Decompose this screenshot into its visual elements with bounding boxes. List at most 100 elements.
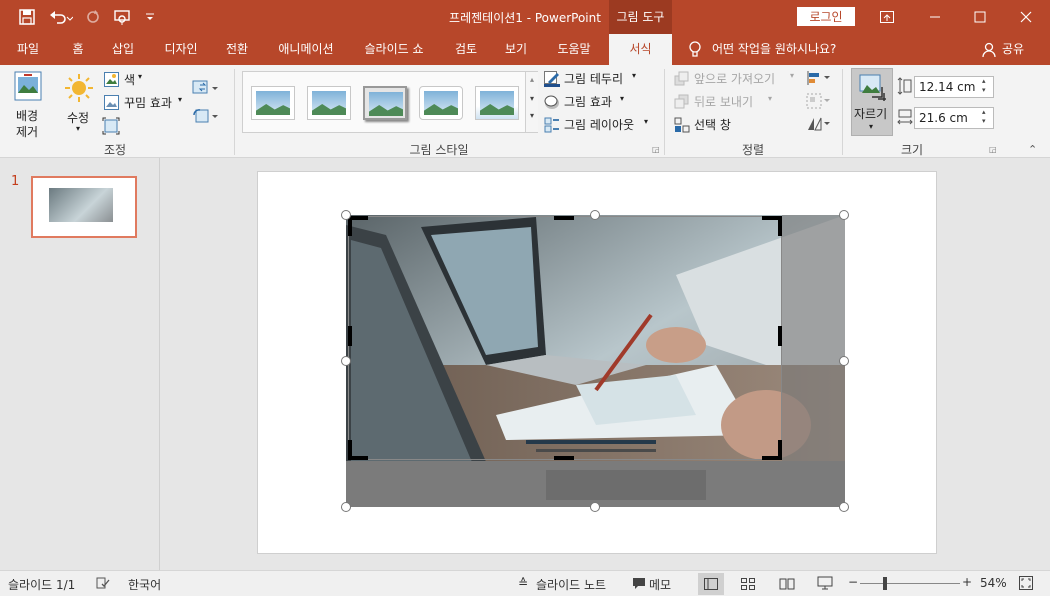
ribbon-display-options-icon[interactable]: [864, 0, 910, 34]
style-thumb-1[interactable]: [251, 86, 295, 120]
remove-background-label-2: 제거: [16, 125, 39, 139]
remove-background-button[interactable]: 배경 제거: [6, 69, 50, 141]
crop-icon: [859, 74, 886, 101]
person-icon: [982, 42, 996, 61]
selection-pane-button[interactable]: 선택 창: [674, 116, 744, 134]
crop-region[interactable]: [348, 216, 782, 460]
zoom-level[interactable]: 54%: [980, 576, 1007, 590]
align-button[interactable]: [806, 70, 832, 88]
normal-view-button[interactable]: [698, 573, 724, 595]
tab-slideshow[interactable]: 슬라이드 쇼: [356, 34, 432, 65]
tab-insert[interactable]: 삽입: [102, 34, 144, 65]
style-thumb-3[interactable]: [363, 86, 407, 120]
style-thumb-4[interactable]: [419, 86, 463, 120]
slide-sorter-icon[interactable]: [741, 578, 755, 590]
login-button[interactable]: 로그인: [797, 7, 855, 26]
crop-handle-tl[interactable]: [348, 216, 368, 236]
dropdown-arrow-icon: ▾: [768, 94, 773, 103]
picture-layout-button[interactable]: 그림 레이아웃 ▾: [544, 116, 654, 134]
remove-background-label-1: 배경: [16, 109, 39, 123]
collapse-ribbon-icon[interactable]: ⌃: [1028, 143, 1037, 156]
notes-toggle-icon[interactable]: ≙: [518, 576, 528, 590]
width-spinner-icon[interactable]: ▴ ▾: [982, 108, 986, 126]
change-picture-button[interactable]: [192, 79, 222, 97]
slideshow-view-icon[interactable]: [817, 576, 833, 590]
artistic-effects-button[interactable]: 꾸밈 효과 ▾: [102, 94, 188, 112]
dialog-launcher-icon[interactable]: ◲: [652, 145, 660, 154]
zoom-in-button[interactable]: +: [962, 575, 972, 589]
resize-handle-tl[interactable]: [341, 210, 351, 220]
share-button[interactable]: 공유: [998, 34, 1028, 65]
dropdown-arrow-icon: ▾: [869, 122, 874, 131]
crop-handle-left[interactable]: [348, 326, 352, 346]
crop-handle-tr[interactable]: [762, 216, 782, 236]
language-indicator[interactable]: 한국어: [128, 576, 161, 593]
dropdown-arrow-icon: ▾: [76, 124, 81, 133]
crop-handle-right[interactable]: [778, 326, 782, 346]
resize-handle-br[interactable]: [839, 502, 849, 512]
compress-pictures-button[interactable]: [102, 117, 122, 135]
tab-animations[interactable]: 애니메이션: [270, 34, 342, 65]
picture-styles-gallery[interactable]: ▴ ▾ ▾: [242, 71, 538, 133]
tell-me-search[interactable]: 어떤 작업을 원하시나요?: [712, 34, 852, 65]
size-dialog-launcher-icon[interactable]: ◲: [989, 145, 997, 154]
close-icon[interactable]: [1003, 0, 1049, 34]
resize-handle-bottom[interactable]: [590, 502, 600, 512]
dropdown-arrow-icon: ▾: [178, 95, 183, 104]
color-button[interactable]: 색 ▾: [102, 71, 154, 89]
tab-help[interactable]: 도움말: [548, 34, 600, 65]
crop-handle-br[interactable]: [762, 440, 782, 460]
adjust-group-label: 조정: [103, 143, 127, 157]
picture-effects-button[interactable]: 그림 효과 ▾: [544, 93, 634, 111]
bring-forward-button[interactable]: 앞으로 가져오기 ▾: [674, 70, 800, 88]
status-bar: 슬라이드 1/1 한국어 ≙ 슬라이드 노트 메모 − + 54%: [0, 570, 1050, 596]
remove-background-icon: [14, 71, 42, 101]
style-thumb-2[interactable]: [307, 86, 351, 120]
notes-button[interactable]: 슬라이드 노트: [536, 576, 606, 593]
rotate-button[interactable]: [806, 116, 832, 134]
spelling-check-icon[interactable]: [96, 576, 110, 590]
crop-button[interactable]: 자르기 ▾: [851, 68, 893, 136]
thumbnail-picture: [49, 188, 113, 222]
tab-design[interactable]: 디자인: [154, 34, 208, 65]
zoom-slider-track[interactable]: [860, 583, 960, 584]
tab-file[interactable]: 파일: [6, 34, 50, 65]
comments-button[interactable]: 메모: [649, 576, 671, 593]
tab-view[interactable]: 보기: [496, 34, 536, 65]
tab-home[interactable]: 홈: [60, 34, 96, 65]
zoom-out-button[interactable]: −: [848, 575, 858, 589]
resize-handle-top[interactable]: [590, 210, 600, 220]
maximize-icon[interactable]: [957, 0, 1003, 34]
compress-pictures-icon: [102, 117, 120, 135]
gallery-more-icon[interactable]: ▾: [526, 111, 538, 120]
fit-to-window-icon[interactable]: [1019, 576, 1033, 590]
resize-handle-left[interactable]: [341, 356, 351, 366]
send-backward-button[interactable]: 뒤로 보내기 ▾: [674, 93, 778, 111]
send-backward-icon: [674, 94, 689, 109]
corrections-button[interactable]: 수정 ▾: [58, 69, 100, 141]
gallery-down-icon[interactable]: ▾: [526, 94, 538, 103]
gallery-up-icon[interactable]: ▴: [526, 75, 538, 84]
picture-border-button[interactable]: 그림 테두리 ▾: [544, 70, 644, 88]
group-objects-icon: [806, 93, 830, 109]
resize-handle-tr[interactable]: [839, 210, 849, 220]
gallery-scroll[interactable]: ▴ ▾ ▾: [525, 72, 538, 132]
height-icon: [897, 77, 912, 95]
slide-thumbnail-1[interactable]: [31, 176, 137, 238]
minimize-icon[interactable]: [912, 0, 958, 34]
crop-handle-top[interactable]: [554, 216, 574, 220]
tab-transitions[interactable]: 전환: [214, 34, 260, 65]
zoom-slider-thumb[interactable]: [883, 577, 887, 590]
tab-format[interactable]: 서식: [609, 34, 672, 65]
resize-handle-right[interactable]: [839, 356, 849, 366]
crop-handle-bl[interactable]: [348, 440, 368, 460]
resize-handle-bl[interactable]: [341, 502, 351, 512]
crop-handle-bottom[interactable]: [554, 456, 574, 460]
height-spinner-icon[interactable]: ▴ ▾: [982, 77, 986, 95]
style-thumb-5[interactable]: [475, 86, 519, 120]
reading-view-icon[interactable]: [779, 577, 795, 590]
tab-review[interactable]: 검토: [444, 34, 488, 65]
reset-picture-button[interactable]: [192, 107, 222, 125]
group-separator: [234, 69, 235, 155]
group-objects-button[interactable]: [806, 93, 832, 111]
